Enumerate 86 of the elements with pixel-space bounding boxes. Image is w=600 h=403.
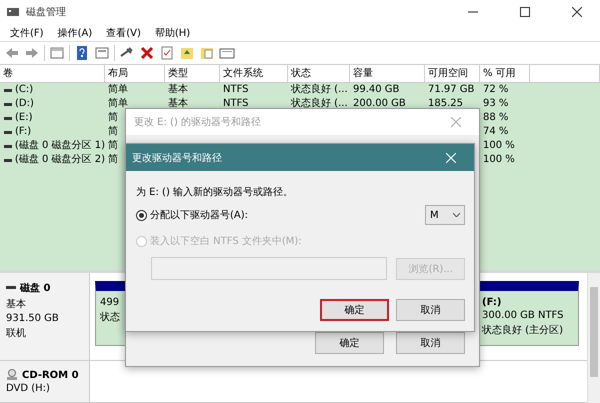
dialog-title: 更改驱动器号和路径 xyxy=(132,152,223,164)
disk-info: 931.50 GB xyxy=(6,313,60,324)
partition-block[interactable]: (F:) 300.00 GB NTFS 状态良好 (主分区) xyxy=(477,281,579,346)
disk-info: 基本 xyxy=(6,298,27,311)
table-cell: 71.97 GB xyxy=(428,84,474,95)
panel-icon[interactable] xyxy=(94,45,110,61)
option-label: 装入以下空白 NTFS 文件夹中(M): xyxy=(150,234,302,248)
table-cell: 简 xyxy=(108,154,118,165)
dialog-button[interactable]: 确定 xyxy=(320,299,389,321)
table-cell: 100 % xyxy=(483,140,515,151)
disk-info: DVD (H:) xyxy=(6,383,51,394)
menu-item[interactable]: 操作(A) xyxy=(52,26,98,40)
partition-title: (F:) xyxy=(482,297,502,308)
help-icon[interactable] xyxy=(74,45,90,61)
table-cell: (磁盘 0 磁盘分区 2) xyxy=(14,153,105,167)
table-cell: (C:) xyxy=(15,83,34,97)
table-cell: 200.00 GB xyxy=(353,98,406,109)
table-cell: 简单 xyxy=(108,84,128,95)
disk-name: 磁盘 0 xyxy=(20,282,50,295)
minimize-icon[interactable] xyxy=(468,11,478,13)
column-header[interactable]: 文件系统 xyxy=(220,65,288,82)
table-cell: 简 xyxy=(108,140,118,151)
dialog-button[interactable]: 确定 xyxy=(315,332,384,354)
volume-icon xyxy=(4,102,12,106)
partition-info: 状态 xyxy=(100,310,121,324)
table-cell: NTFS xyxy=(223,84,249,95)
column-header[interactable]: 容量 xyxy=(350,65,425,82)
table-cell: (F:) xyxy=(15,125,32,139)
column-header[interactable]: 类型 xyxy=(165,65,220,82)
dialog-title: 更改 E: () 的驱动器号和路径 xyxy=(134,116,262,129)
delete-icon[interactable] xyxy=(139,45,155,61)
drive-letter-dropdown[interactable]: M xyxy=(425,205,465,225)
table-cell: (磁盘 0 磁盘分区 1) xyxy=(14,139,105,153)
table-cell: 88 % xyxy=(483,112,508,123)
table-cell: 简单 xyxy=(108,98,128,109)
menu-item[interactable]: 查看(V) xyxy=(100,26,147,40)
column-header[interactable]: 可用空间 xyxy=(425,65,480,82)
table-cell: 99.40 GB xyxy=(353,84,400,95)
table-cell: 简 xyxy=(108,126,118,137)
close-icon[interactable] xyxy=(572,7,582,17)
table-cell: 基本 xyxy=(168,98,188,109)
prompt-text: 为 E: () 输入新的驱动器号或路径。 xyxy=(136,186,294,199)
table-cell: 74 % xyxy=(483,126,508,137)
column-header[interactable]: 状态 xyxy=(288,65,350,82)
table-cell: 基本 xyxy=(168,84,188,95)
radio-button[interactable] xyxy=(136,210,147,220)
table-cell: (E:) xyxy=(15,111,32,125)
forward-arrow-icon[interactable] xyxy=(24,45,40,61)
table-cell: 简 xyxy=(108,112,118,123)
table-cell: 状态良好 (... xyxy=(291,84,348,95)
volume-icon xyxy=(4,130,12,134)
table-cell: 185.25 xyxy=(428,98,463,109)
maximize-icon[interactable] xyxy=(520,7,530,17)
partition-info: 300.00 GB NTFS xyxy=(482,310,564,321)
cd-drive-icon xyxy=(6,369,18,381)
back-arrow-icon[interactable] xyxy=(4,45,20,61)
table-cell: 72 % xyxy=(483,84,508,95)
column-header[interactable]: 布局 xyxy=(105,65,165,82)
document-icon[interactable] xyxy=(199,45,215,61)
table-cell: NTFS xyxy=(223,98,249,109)
volume-icon xyxy=(4,144,12,148)
disk-info: 联机 xyxy=(6,326,27,340)
table-cell: 100 % xyxy=(483,154,515,165)
table-cell: 状态良好 (... xyxy=(291,98,348,109)
caret-icon xyxy=(453,213,460,217)
app-icon xyxy=(6,6,20,18)
folder-up-icon[interactable] xyxy=(179,45,195,61)
menu-item[interactable]: 文件(F) xyxy=(4,26,50,40)
window-title: 磁盘管理 xyxy=(26,6,67,19)
partition-info: 499 xyxy=(100,297,120,308)
table-cell: (D:) xyxy=(15,97,34,111)
scrollbar[interactable] xyxy=(587,273,600,403)
column-header[interactable]: % 可用 xyxy=(480,65,530,82)
dialog-button[interactable]: 取消 xyxy=(396,332,465,354)
menu-item[interactable]: 帮助(H) xyxy=(148,26,196,40)
volume-icon xyxy=(4,116,12,120)
volume-icon xyxy=(4,88,12,92)
check-document-icon[interactable] xyxy=(159,45,175,61)
column-header[interactable]: 卷 xyxy=(0,65,105,82)
disk-name: CD-ROM 0 xyxy=(22,370,79,380)
window-icon[interactable] xyxy=(49,45,65,61)
option-label: 分配以下驱动器号(A): xyxy=(150,208,248,222)
dialog-button[interactable]: 取消 xyxy=(396,299,465,321)
volume-icon xyxy=(4,158,12,162)
table-cell: 93 % xyxy=(483,98,508,109)
partition-info: 状态良好 (主分区) xyxy=(482,324,564,337)
